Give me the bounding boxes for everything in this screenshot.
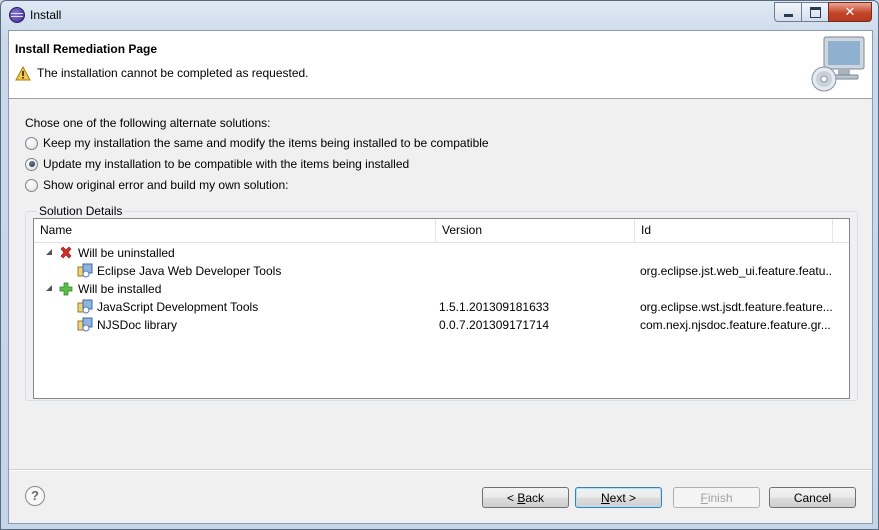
collapse-triangle-icon[interactable] [46, 285, 52, 291]
minimize-button[interactable] [774, 2, 802, 22]
row-name: NJSDoc library [97, 318, 178, 332]
row-version: 0.0.7.201309171714 [439, 318, 550, 332]
table-row[interactable]: NJSDoc library 0.0.7.201309171714 com.ne… [34, 316, 832, 334]
table-row[interactable]: Eclipse Java Web Developer Tools org.ecl… [34, 262, 832, 280]
row-id: org.eclipse.wst.jsdt.feature.feature.... [640, 300, 832, 314]
title-bar[interactable]: Install ✕ [1, 1, 878, 29]
warning-icon [15, 66, 31, 81]
dialog-client-area: Install Remediation Page The installatio… [8, 30, 873, 524]
cancel-button[interactable]: Cancel [769, 487, 856, 508]
remove-x-icon [60, 246, 72, 259]
table-row[interactable]: JavaScript Development Tools 1.5.1.20130… [34, 298, 832, 316]
window-controls: ✕ [774, 2, 872, 22]
option-label: Keep my installation the same and modify… [43, 136, 489, 150]
close-icon: ✕ [844, 4, 856, 19]
install-dialog: Install ✕ Install Remediation Page The i… [0, 0, 879, 530]
table-header: Name Version Id [34, 219, 849, 243]
row-name: JavaScript Development Tools [97, 300, 259, 314]
help-icon[interactable]: ? [25, 486, 45, 506]
maximize-button[interactable] [801, 2, 829, 22]
row-name: Will be installed [78, 282, 162, 296]
finish-button[interactable]: Finish [673, 487, 760, 508]
next-button[interactable]: Next > [575, 487, 662, 508]
eclipse-icon [9, 7, 25, 23]
feature-icon [77, 317, 93, 332]
row-name: Will be uninstalled [78, 246, 175, 260]
add-plus-icon [59, 282, 73, 296]
options-prompt: Chose one of the following alternate sol… [25, 116, 271, 130]
table-row-group-uninstall[interactable]: Will be uninstalled [34, 244, 832, 262]
column-header-id[interactable]: Id [635, 219, 833, 242]
button-bar-separator [9, 469, 872, 471]
solution-details-label: Solution Details [37, 204, 125, 218]
close-button[interactable]: ✕ [828, 2, 872, 22]
header-banner: Install Remediation Page The installatio… [9, 31, 872, 99]
row-id: org.eclipse.jst.web_ui.feature.featu... [640, 264, 832, 278]
feature-icon [77, 299, 93, 314]
option-update-installation[interactable]: Update my installation to be compatible … [25, 157, 409, 171]
option-label: Show original error and build my own sol… [43, 178, 289, 192]
column-header-filler [833, 219, 849, 242]
window-title: Install [30, 8, 62, 22]
radio-button[interactable] [25, 136, 38, 150]
column-header-name[interactable]: Name [34, 219, 436, 242]
page-title: Install Remediation Page [15, 42, 158, 56]
column-header-version[interactable]: Version [436, 219, 635, 242]
collapse-triangle-icon[interactable] [46, 249, 52, 255]
option-label: Update my installation to be compatible … [43, 157, 410, 171]
option-keep-installation[interactable]: Keep my installation the same and modify… [25, 136, 489, 150]
install-banner-icon [811, 36, 865, 92]
minimize-icon [783, 13, 793, 17]
feature-icon [77, 263, 93, 278]
table-row-group-install[interactable]: Will be installed [34, 280, 832, 298]
option-show-original-error[interactable]: Show original error and build my own sol… [25, 178, 288, 192]
back-button[interactable]: < Back [482, 487, 569, 508]
status-message: The installation cannot be completed as … [37, 66, 309, 80]
radio-button[interactable] [25, 178, 38, 192]
row-name: Eclipse Java Web Developer Tools [97, 264, 282, 278]
row-id: com.nexj.njsdoc.feature.feature.gr... [640, 318, 831, 332]
solution-details-table[interactable]: Name Version Id Will be uninstalled Ecli… [33, 218, 850, 399]
row-version: 1.5.1.201309181633 [439, 300, 550, 314]
maximize-icon [809, 6, 821, 18]
radio-button-selected[interactable] [25, 157, 38, 171]
